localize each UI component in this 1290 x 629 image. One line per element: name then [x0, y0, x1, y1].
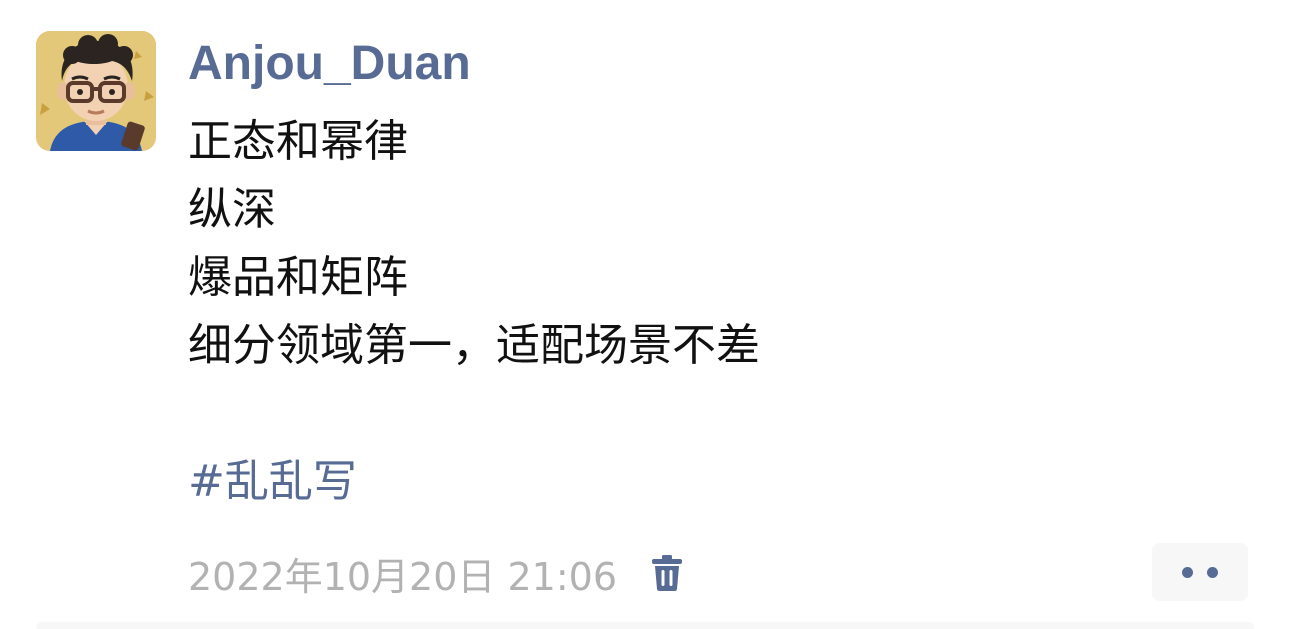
post-text-line: 爆品和矩阵	[188, 252, 408, 303]
more-dots-icon	[1207, 566, 1218, 578]
post-text-line: 细分领域第一，适配场景不差	[188, 320, 760, 371]
trash-icon	[652, 555, 683, 591]
avatar-illustration	[36, 31, 156, 151]
more-actions-button[interactable]	[1152, 543, 1248, 601]
more-dots-icon	[1182, 566, 1193, 578]
delete-button[interactable]	[647, 551, 687, 595]
post-timestamp: 2022年10月20日 21:06	[188, 554, 618, 599]
post-meta: 2022年10月20日 21:06	[188, 545, 687, 601]
author-name[interactable]: Anjou_Duan	[188, 34, 471, 94]
post-text-line: 正态和幂律	[188, 116, 408, 167]
avatar[interactable]	[36, 31, 156, 151]
comment-area-edge	[36, 622, 1254, 629]
post-text-line: 纵深	[188, 184, 276, 235]
post-content: 正态和幂律 纵深 爆品和矩阵 细分领域第一，适配场景不差 #乱乱写	[188, 108, 1188, 516]
hashtag-link[interactable]: #乱乱写	[188, 448, 1188, 516]
